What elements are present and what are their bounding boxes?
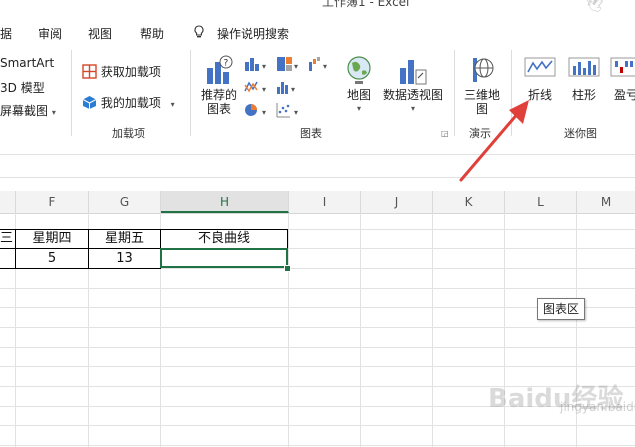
ribbon-tabs: 据 审阅 视图 帮助 操作说明搜索	[0, 20, 635, 46]
col-line	[432, 213, 433, 447]
column-header-selected[interactable]: H	[161, 191, 289, 213]
smartart-button[interactable]: SmartArt	[0, 56, 54, 70]
3d-globe-icon	[460, 54, 504, 88]
sparkline-column-button[interactable]: 柱形	[566, 54, 602, 102]
active-cell-h[interactable]	[160, 248, 288, 268]
row-line	[0, 288, 635, 289]
column-headers: F G H I J K L M	[0, 191, 635, 214]
tab-review[interactable]: 审阅	[38, 25, 62, 42]
dialog-launcher-icon[interactable]: ◲	[441, 129, 449, 138]
svg-text:▾: ▾	[294, 62, 298, 71]
baidu-watermark-url: jingyan.baidu.com	[560, 400, 635, 414]
waterfall-chart-button[interactable]: ▾	[308, 56, 334, 75]
table-border	[287, 229, 288, 249]
tab-data[interactable]: 据	[0, 25, 12, 42]
fill-handle[interactable]	[284, 265, 291, 272]
statistic-chart-button[interactable]: ▾	[276, 79, 302, 98]
sparkline-winloss-icon	[608, 54, 635, 88]
row-line	[0, 425, 635, 426]
group-label-addins: 加载项	[112, 127, 145, 140]
svg-text:▾: ▾	[291, 85, 295, 94]
group-label-charts: 图表	[300, 127, 322, 140]
col-line	[288, 213, 289, 447]
tab-help[interactable]: 帮助	[140, 25, 164, 42]
pivot-chart-button[interactable]: 数据透视图 ▾	[380, 54, 446, 116]
recommended-charts-icon: ?	[196, 54, 242, 88]
svg-text:?: ?	[224, 59, 229, 69]
cell-f-header[interactable]: 星期四	[16, 229, 88, 249]
sparkline-column-icon	[566, 54, 602, 88]
cell-g-header[interactable]: 星期五	[89, 229, 160, 249]
row-line	[0, 347, 635, 348]
column-header-e[interactable]	[0, 191, 16, 213]
formula-bar[interactable]	[0, 154, 635, 178]
row-line	[0, 366, 635, 367]
chevron-down-icon: ▾	[410, 104, 415, 113]
lightbulb-icon	[193, 25, 205, 42]
column-header[interactable]: L	[505, 191, 577, 213]
map-chart-button[interactable]: 地图 ▾	[342, 54, 376, 116]
title-bar: 工作簿1 - Excel 🕊	[0, 0, 635, 14]
col-line	[360, 213, 361, 447]
my-addins-button[interactable]: 我的加载项 ▾	[82, 94, 175, 113]
tab-view[interactable]: 视图	[88, 25, 112, 42]
chart-area-tooltip: 图表区	[537, 298, 586, 320]
cell-e-header[interactable]: 三	[0, 229, 15, 249]
annotation-arrow-icon	[459, 100, 529, 182]
svg-text:▾: ▾	[262, 62, 266, 71]
separator	[190, 50, 191, 136]
tell-me-search[interactable]: 操作说明搜索	[217, 25, 289, 42]
column-header[interactable]: I	[289, 191, 361, 213]
recommended-charts-button[interactable]: ? 推荐的 图表	[196, 54, 242, 116]
pivot-chart-icon	[380, 54, 446, 88]
sparkline-winloss-button[interactable]: 盈亏	[608, 54, 635, 102]
chevron-down-icon: ▾	[356, 104, 361, 113]
recommended-charts-label-1: 推荐的	[200, 88, 237, 102]
column-header[interactable]: J	[361, 191, 433, 213]
screenshot-label: 屏幕截图	[0, 104, 49, 118]
hierarchy-chart-button[interactable]: ▾	[276, 56, 302, 75]
cell-f-value[interactable]: 5	[16, 249, 88, 269]
3d-model-button[interactable]: 3D 模型	[0, 79, 45, 96]
screenshot-button[interactable]: 屏幕截图 ▾	[0, 102, 56, 119]
sparkline-column-label: 柱形	[571, 88, 596, 102]
cell-g-value[interactable]: 13	[89, 249, 160, 269]
svg-text:▾: ▾	[323, 62, 327, 71]
pivot-chart-label: 数据透视图	[382, 88, 443, 102]
get-addins-button[interactable]: 获取加载项	[82, 63, 161, 82]
sparkline-winloss-label: 盈亏	[613, 88, 635, 102]
column-header[interactable]: G	[89, 191, 161, 213]
separator	[71, 50, 72, 136]
column-chart-button[interactable]: ▾	[244, 56, 270, 75]
row-line	[0, 327, 635, 328]
my-addins-label: 我的加载项	[100, 96, 161, 110]
chevron-down-icon: ▾	[51, 108, 56, 117]
decor-bird-icon: 🕊	[586, 0, 604, 14]
map-chart-label: 地图	[346, 88, 371, 102]
group-label-sparklines: 迷你图	[564, 127, 597, 140]
row-line	[0, 445, 635, 446]
line-chart-button[interactable]: ▾	[244, 79, 270, 98]
chevron-down-icon: ▾	[170, 100, 175, 109]
column-header[interactable]: F	[16, 191, 89, 213]
ribbon: SmartArt 3D 模型 屏幕截图 ▾ 获取加载项 我的加载项 ▾ 加载项 …	[0, 46, 635, 147]
sparkline-line-button[interactable]: 折线	[522, 54, 558, 102]
column-header[interactable]: M	[577, 191, 635, 213]
pie-chart-button[interactable]: ▾	[244, 102, 270, 121]
scatter-chart-button[interactable]: ▾	[276, 102, 302, 121]
get-addins-label: 获取加载项	[100, 65, 161, 79]
column-header[interactable]: K	[433, 191, 505, 213]
svg-text:▾: ▾	[262, 85, 266, 94]
recommended-charts-label-2: 图表	[206, 102, 231, 116]
store-icon	[82, 63, 97, 82]
addin-cube-icon	[82, 95, 97, 113]
sparkline-line-icon	[522, 54, 558, 88]
svg-text:▾: ▾	[262, 108, 266, 117]
globe-icon	[342, 54, 376, 88]
window-title: 工作簿1 - Excel	[322, 0, 410, 9]
svg-text:▾: ▾	[294, 108, 298, 117]
cell-h-header[interactable]: 不良曲线	[161, 229, 287, 249]
